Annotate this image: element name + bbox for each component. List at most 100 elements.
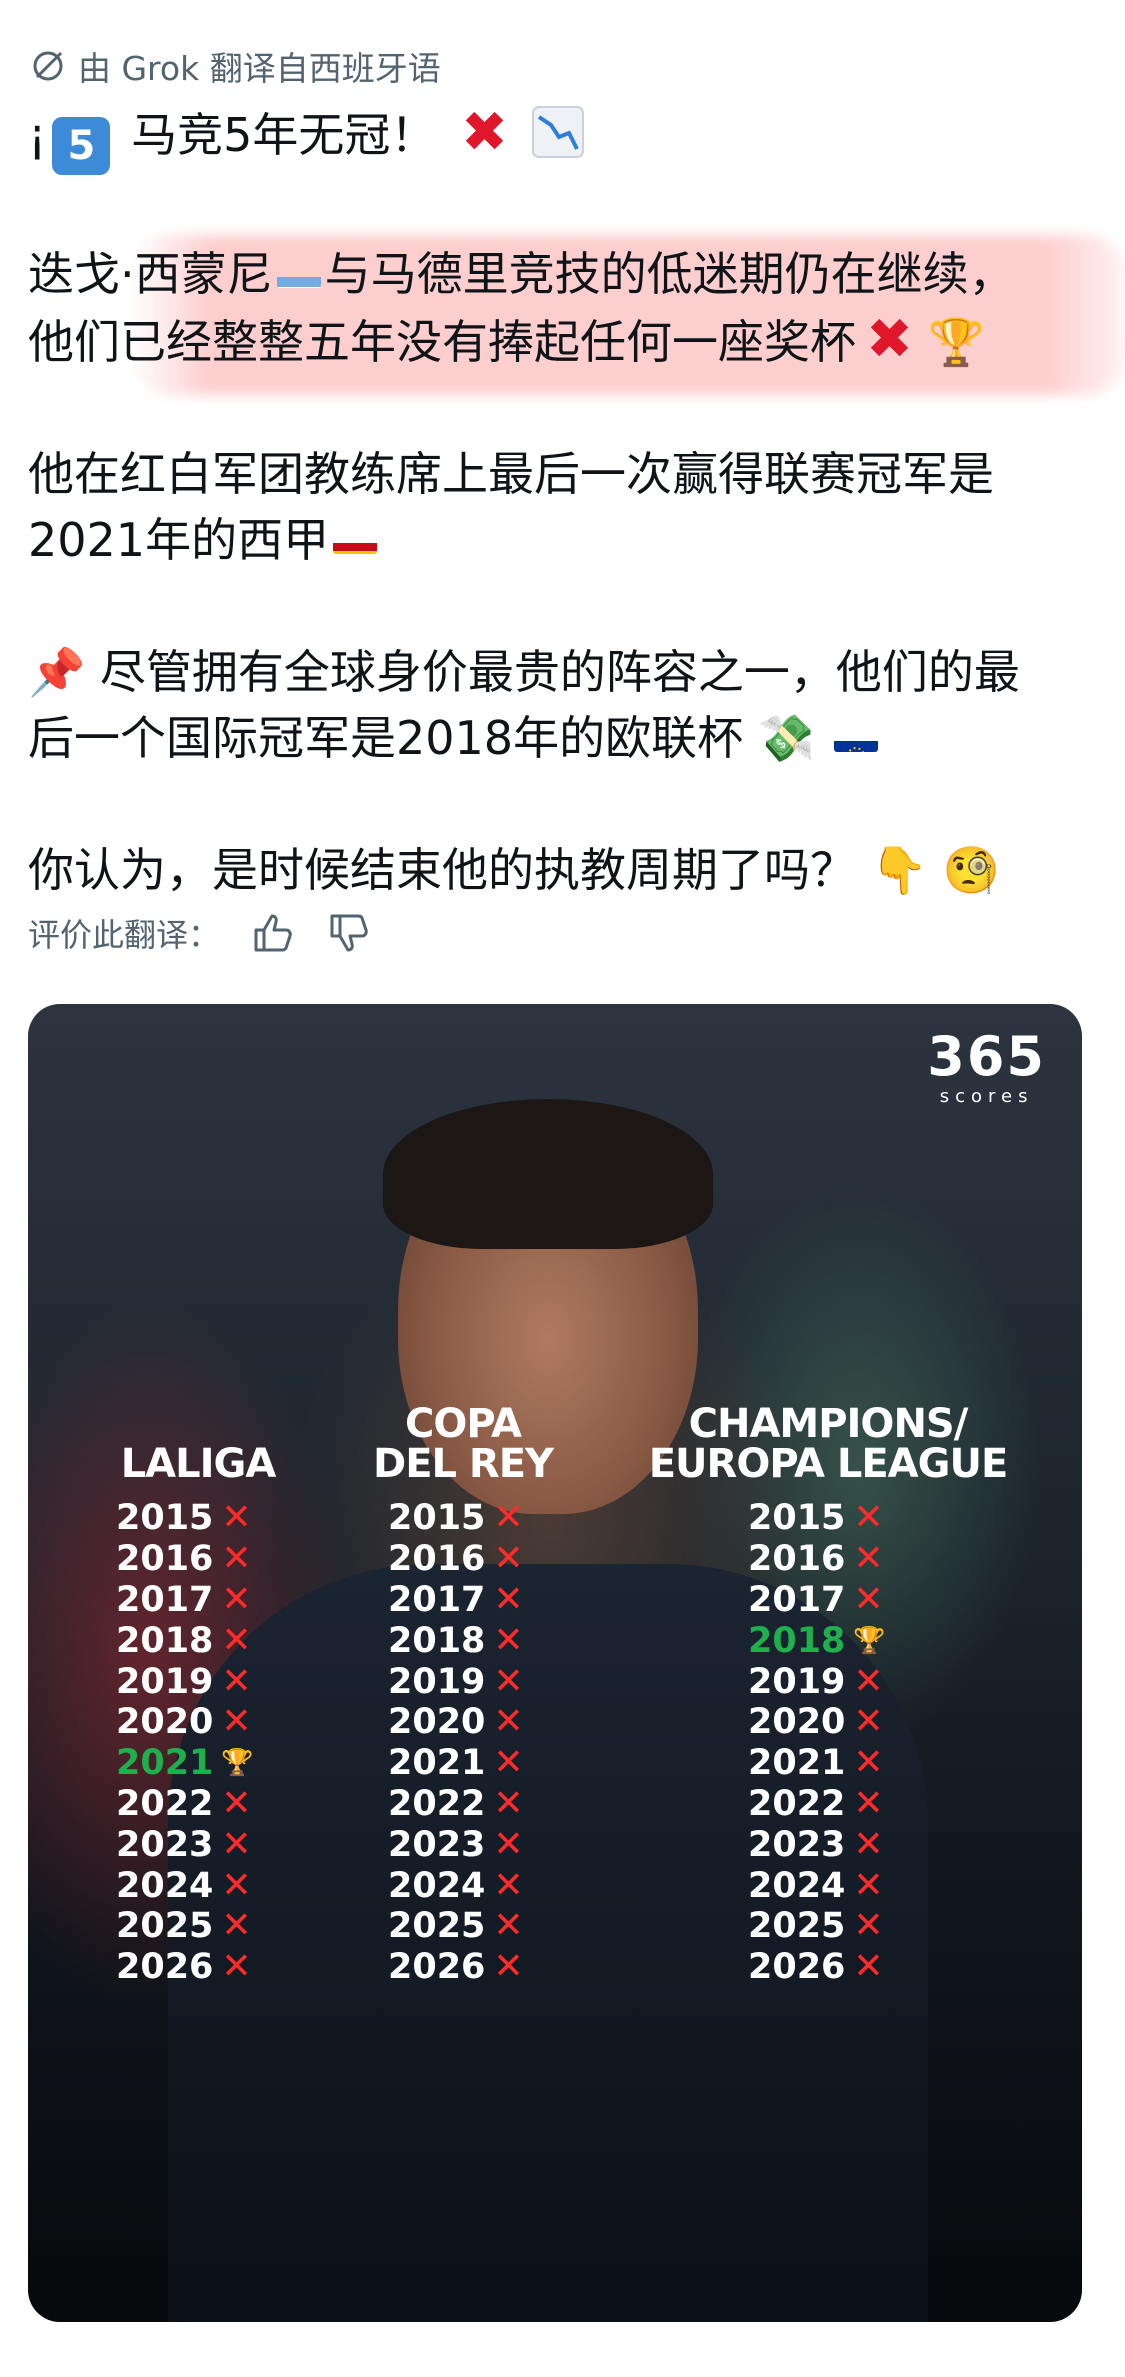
cross-mark-icon: ✖ [866, 307, 913, 372]
chart-decreasing-icon [531, 106, 584, 158]
table-row: 2021 🏆 [116, 1743, 254, 1784]
cross-icon: ✕ [853, 1742, 884, 1784]
table-row: 2020 ✕ [388, 1701, 524, 1743]
table-row: 2019 ✕ [388, 1660, 524, 1702]
table-row: 2016 ✕ [116, 1538, 252, 1580]
cross-icon: ✕ [853, 1823, 884, 1865]
keycap-five-icon: 5 [52, 117, 111, 175]
table-row: 2016 ✕ [388, 1538, 524, 1580]
money-with-wings-icon: 💸 [757, 711, 815, 765]
table-row: 2015 ✕ [116, 1497, 252, 1539]
para1-line2: 他们已经整整五年没有捧起任何一座奖杯 ✖ 🏆 [28, 307, 985, 372]
table-row: 2023 ✕ [116, 1823, 252, 1865]
table-row: 2016 ✕ [748, 1538, 884, 1580]
table-row: 2015 ✕ [388, 1497, 524, 1539]
cross-icon: ✕ [853, 1701, 884, 1743]
cross-icon: ✕ [221, 1864, 252, 1906]
table-row: 2015 ✕ [748, 1497, 884, 1539]
thumbs-down-icon[interactable] [326, 910, 372, 956]
cross-icon: ✕ [853, 1538, 884, 1580]
rate-translation: 评价此翻译： [28, 910, 372, 956]
post-text: ¡ 5 马竞5年无冠！ ✖ 迭戈·西蒙尼 与马德里竞技的低迷期仍在继续， 他们已经整… [28, 100, 1088, 903]
translate-icon [33, 51, 63, 81]
cross-icon: ✕ [221, 1538, 252, 1580]
post-image[interactable]: 365 scores LALIGA 2015 ✕ 2016 ✕ 2017 ✕ 2018… [28, 1004, 1082, 2322]
cross-icon: ✕ [221, 1782, 252, 1824]
translation-note-text: 由 Grok 翻译自西班牙语 [78, 49, 441, 88]
cross-icon: ✕ [493, 1497, 524, 1539]
table-row: 2018 🏆 [748, 1620, 886, 1661]
trophy-icon: 🏆 [221, 1748, 254, 1779]
para3-line2: 后一个国际冠军是2018年的欧联杯 💸 [28, 705, 1088, 771]
copa-header: COPA DEL REY [372, 1401, 554, 1487]
cross-icon: ✕ [221, 1701, 252, 1743]
para1-line1: 迭戈·西蒙尼 与马德里竞技的低迷期仍在继续， [28, 241, 1088, 307]
table-row: 2024 ✕ [388, 1864, 524, 1906]
table-row: 2017 ✕ [116, 1578, 252, 1620]
spain-flag-icon [333, 524, 378, 554]
champions-europa-column: CHAMPIONS/ EUROPA LEAGUE 2015 ✕ 2016 ✕ 201… [618, 1004, 1038, 2322]
cross-icon: ✕ [221, 1497, 252, 1539]
cross-icon: ✕ [493, 1538, 524, 1580]
para3-line1: 📌 尽管拥有全球身价最贵的阵容之一，他们的最 [28, 645, 1020, 699]
cross-icon: ✕ [221, 1619, 252, 1661]
table-row: 2022 ✕ [748, 1782, 884, 1824]
table-row: 2025 ✕ [388, 1905, 524, 1947]
trophy-icon: 🏆 [853, 1625, 886, 1656]
cross-icon: ✕ [853, 1946, 884, 1988]
table-row: 2023 ✕ [748, 1823, 884, 1865]
table-row: 2021 ✕ [388, 1742, 524, 1784]
cross-icon: ✕ [853, 1864, 884, 1906]
cross-icon: ✕ [221, 1823, 252, 1865]
table-row: 2025 ✕ [748, 1905, 884, 1947]
cross-mark-icon: ✖ [460, 100, 508, 165]
table-row: 2018 ✕ [388, 1619, 524, 1661]
table-row: 2020 ✕ [748, 1701, 884, 1743]
cross-icon: ✕ [221, 1946, 252, 1988]
para4-line1: 你认为，是时候结束他的执教周期了吗？ 👇 🧐 [28, 843, 1000, 897]
table-row: 2019 ✕ [116, 1660, 252, 1702]
monocle-face-icon: 🧐 [942, 843, 1000, 897]
cross-icon: ✕ [221, 1578, 252, 1620]
para2-line1: 他在红白军团教练席上最后一次赢得联赛冠军是 [28, 447, 994, 501]
eu-flag-icon [833, 722, 878, 752]
thumbs-up-icon[interactable] [250, 910, 296, 956]
table-row: 2021 ✕ [748, 1742, 884, 1784]
table-row: 2022 ✕ [116, 1782, 252, 1824]
pushpin-icon: 📌 [28, 645, 86, 699]
cross-icon: ✕ [221, 1905, 252, 1947]
cross-icon: ✕ [493, 1823, 524, 1865]
cross-icon: ✕ [853, 1578, 884, 1620]
para2-line2: 2021年的西甲 [28, 507, 1088, 573]
table-row: 2018 ✕ [116, 1619, 252, 1661]
laliga-column: LALIGA 2015 ✕ 2016 ✕ 2017 ✕ 2018 ✕ 2019 ✕ 202… [88, 1004, 308, 2322]
table-row: 2020 ✕ [116, 1701, 252, 1743]
cross-icon: ✕ [493, 1782, 524, 1824]
argentina-flag-icon [276, 258, 321, 288]
laliga-list: 2015 ✕ 2016 ✕ 2017 ✕ 2018 ✕ 2019 ✕ 2020 ✕ 2021… [116, 1498, 254, 1988]
cross-icon: ✕ [493, 1864, 524, 1906]
cross-icon: ✕ [493, 1742, 524, 1784]
table-row: 2022 ✕ [388, 1782, 524, 1824]
table-row: 2023 ✕ [388, 1823, 524, 1865]
cross-icon: ✕ [493, 1946, 524, 1988]
champions-header: CHAMPIONS/ EUROPA LEAGUE [648, 1401, 1009, 1487]
cross-icon: ✕ [493, 1660, 524, 1702]
cross-icon: ✕ [853, 1905, 884, 1947]
cross-icon: ✕ [221, 1660, 252, 1702]
headline: ¡ 5 马竞5年无冠！ ✖ [28, 100, 1088, 175]
copa-del-rey-column: COPA DEL REY 2015 ✕ 2016 ✕ 2017 ✕ 2018 ✕ 201… [348, 1004, 578, 2322]
table-row: 2026 ✕ [748, 1946, 884, 1988]
pointing-down-icon: 👇 [870, 843, 928, 897]
translation-note[interactable]: 由 Grok 翻译自西班牙语 [28, 42, 441, 90]
trophy-icon: 🏆 [927, 315, 985, 369]
headline-text: 马竞5年无冠！ [131, 108, 437, 162]
cross-icon: ✕ [853, 1782, 884, 1824]
table-row: 2024 ✕ [116, 1864, 252, 1906]
table-row: 2017 ✕ [388, 1578, 524, 1620]
cross-icon: ✕ [493, 1578, 524, 1620]
rate-label: 评价此翻译： [28, 916, 221, 954]
table-row: 2017 ✕ [748, 1578, 884, 1620]
cross-icon: ✕ [493, 1905, 524, 1947]
table-row: 2019 ✕ [748, 1660, 884, 1702]
